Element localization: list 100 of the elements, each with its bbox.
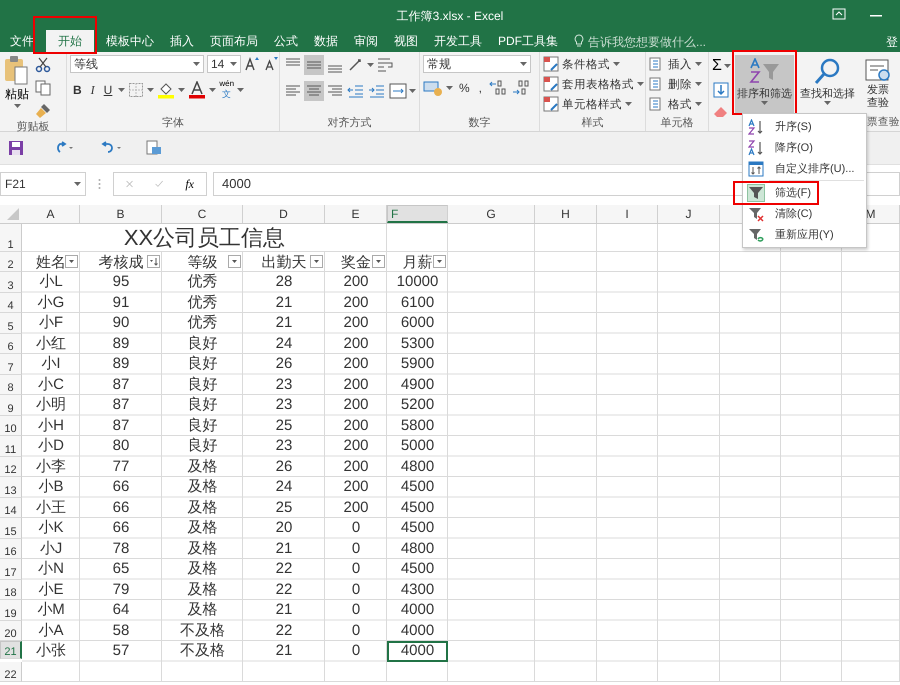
sort-filter-button[interactable]: 排序和筛选 <box>734 55 794 113</box>
font-color-icon[interactable] <box>188 81 206 99</box>
percent-button[interactable]: % <box>456 81 473 95</box>
styles-menu-button[interactable]: 条件格式 <box>543 55 620 73</box>
row-header[interactable]: 12 <box>0 456 22 477</box>
row-header[interactable]: 10 <box>0 416 22 436</box>
cells-menu-button[interactable]: 插入 <box>649 55 702 73</box>
font-name-field[interactable]: 等线 <box>70 55 204 73</box>
column-header[interactable]: J <box>658 205 720 223</box>
caret-icon[interactable] <box>520 62 527 66</box>
increase-font-icon[interactable] <box>244 56 260 72</box>
column-header[interactable]: D <box>243 205 325 223</box>
insert-function-button[interactable]: fx <box>185 176 194 192</box>
borders-icon[interactable] <box>128 82 144 98</box>
invoice-check-button[interactable]: 发票 查验 <box>862 55 894 113</box>
underline-button[interactable]: U <box>100 83 116 97</box>
caret-icon[interactable] <box>637 82 644 86</box>
row-header[interactable]: 4 <box>0 292 22 313</box>
caret-icon[interactable] <box>74 182 81 186</box>
row-header[interactable]: 6 <box>0 334 22 354</box>
caret-icon[interactable] <box>409 89 416 93</box>
column-header[interactable]: H <box>535 205 597 223</box>
caret-icon[interactable] <box>613 62 620 66</box>
row-header[interactable]: 20 <box>0 620 22 641</box>
caret-icon[interactable] <box>695 62 702 66</box>
sort-filter-dropdown-icon[interactable] <box>147 255 160 268</box>
number-format-field[interactable]: 常规 <box>423 55 531 73</box>
fill-down-icon[interactable] <box>712 81 730 99</box>
row-header[interactable]: 2 <box>0 252 22 272</box>
tell-me-field[interactable]: 告诉我您想要做什么... <box>588 32 706 52</box>
decrease-decimal-icon[interactable] <box>511 79 532 97</box>
filter-dropdown-icon[interactable] <box>372 255 385 268</box>
ribbon-tab[interactable]: 开始 <box>46 30 94 52</box>
name-box[interactable]: F21 <box>0 172 86 196</box>
row-header[interactable]: 7 <box>0 354 22 374</box>
row-header[interactable]: 5 <box>0 313 22 334</box>
decrease-font-icon[interactable] <box>263 56 279 72</box>
column-header[interactable]: I <box>597 205 658 223</box>
row-header[interactable]: 3 <box>0 272 22 292</box>
ribbon-tab[interactable]: 开发工具 <box>426 30 490 52</box>
row-header[interactable]: 22 <box>0 662 22 682</box>
row-header[interactable]: 19 <box>0 600 22 620</box>
caret-icon[interactable] <box>446 86 453 90</box>
caret-icon[interactable] <box>695 82 702 86</box>
filter-dropdown-icon[interactable] <box>228 255 241 268</box>
menu-item[interactable]: 重新应用(Y) <box>743 224 866 245</box>
caret-icon[interactable] <box>178 88 186 92</box>
caret-icon[interactable] <box>118 88 126 92</box>
row-header[interactable]: 17 <box>0 559 22 580</box>
caret-icon[interactable] <box>147 88 154 92</box>
comma-button[interactable]: , <box>476 81 486 95</box>
print-preview-icon[interactable] <box>146 140 162 156</box>
row-header[interactable]: 21 <box>0 641 22 659</box>
align-middle-icon[interactable] <box>304 55 324 75</box>
caret-icon[interactable] <box>230 62 237 66</box>
caret-icon[interactable] <box>237 88 244 92</box>
cells-menu-button[interactable]: 格式 <box>649 95 702 113</box>
row-header[interactable]: 18 <box>0 580 22 600</box>
ribbon-tab[interactable]: 视图 <box>386 30 426 52</box>
ribbon-tab[interactable]: 审阅 <box>346 30 386 52</box>
ribbon-tab[interactable]: 数据 <box>306 30 346 52</box>
autosum-button[interactable]: Σ <box>712 57 731 75</box>
caret-icon[interactable] <box>14 104 20 108</box>
ribbon-tab[interactable]: 页面布局 <box>202 30 266 52</box>
align-center-icon[interactable] <box>304 81 324 101</box>
bold-button[interactable]: B <box>70 83 85 97</box>
cells-menu-button[interactable]: 删除 <box>649 75 702 93</box>
sign-in-link[interactable]: 登 <box>886 32 900 52</box>
paste-button[interactable]: 粘贴 <box>3 55 31 108</box>
menu-item[interactable]: 升序(S) <box>743 116 866 137</box>
ribbon-tab[interactable]: 文件 <box>2 30 42 52</box>
save-icon[interactable] <box>8 140 24 156</box>
format-painter-icon[interactable] <box>35 103 51 119</box>
filter-dropdown-icon[interactable] <box>310 255 323 268</box>
caret-icon[interactable] <box>193 62 200 66</box>
ribbon-tab[interactable]: PDF工具集 <box>490 30 566 52</box>
copy-icon[interactable] <box>35 80 51 96</box>
minimize-icon[interactable] <box>870 15 882 17</box>
column-header[interactable]: B <box>80 205 162 223</box>
merge-cells-icon[interactable] <box>388 81 408 101</box>
filter-dropdown-icon[interactable] <box>433 255 446 268</box>
caret-icon[interactable] <box>724 64 731 68</box>
caret-icon[interactable] <box>367 63 374 67</box>
row-header[interactable]: 9 <box>0 395 22 416</box>
column-header[interactable]: G <box>448 205 535 223</box>
increase-decimal-icon[interactable] <box>488 79 508 97</box>
filter-dropdown-icon[interactable] <box>65 255 78 268</box>
column-header[interactable]: F <box>387 205 448 223</box>
row-header[interactable]: 1 <box>0 224 22 252</box>
ribbon-tab[interactable]: 插入 <box>162 30 202 52</box>
cut-icon[interactable] <box>35 57 51 73</box>
drag-handle-icon[interactable] <box>98 178 101 190</box>
caret-icon[interactable] <box>625 102 632 106</box>
ribbon-display-icon[interactable] <box>832 8 846 20</box>
row-header[interactable]: 13 <box>0 477 22 498</box>
ribbon-tab[interactable]: 公式 <box>266 30 306 52</box>
column-header[interactable]: A <box>22 205 80 223</box>
row-header[interactable]: 15 <box>0 518 22 538</box>
menu-item[interactable]: 降序(O) <box>743 137 866 158</box>
row-header[interactable]: 14 <box>0 498 22 518</box>
